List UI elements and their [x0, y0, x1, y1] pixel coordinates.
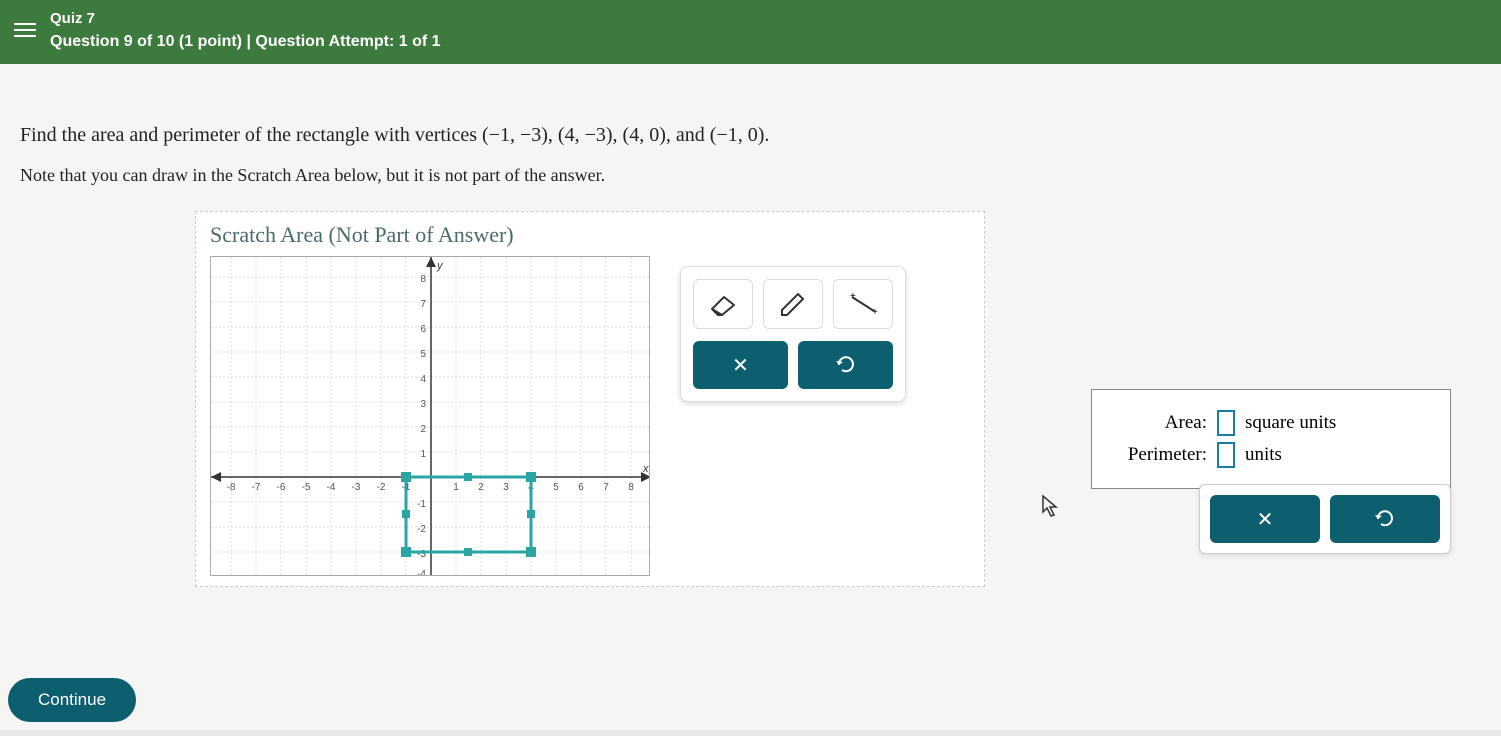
svg-text:+: + — [850, 291, 856, 302]
clear-button[interactable]: ✕ — [693, 341, 788, 389]
vertex-2: (4, −3) — [558, 124, 613, 146]
perimeter-input[interactable] — [1217, 442, 1235, 468]
answer-clear-button[interactable]: ✕ — [1210, 495, 1320, 543]
svg-text:-4: -4 — [417, 569, 426, 576]
eraser-icon — [706, 291, 740, 317]
svg-text:-3: -3 — [352, 482, 361, 493]
perimeter-unit: units — [1245, 444, 1282, 466]
svg-text:8: 8 — [628, 482, 634, 493]
svg-text:-2: -2 — [417, 524, 426, 535]
answer-reset-button[interactable] — [1330, 495, 1440, 543]
prompt-post: . — [764, 124, 769, 146]
header-text: Quiz 7 Question 9 of 10 (1 point) | Ques… — [50, 8, 441, 51]
svg-text:3: 3 — [420, 399, 426, 410]
svg-text:7: 7 — [603, 482, 609, 493]
svg-text:4: 4 — [420, 374, 426, 385]
prompt-pre: Find the area and perimeter of the recta… — [20, 124, 482, 146]
vertex-1: (−1, −3) — [482, 124, 548, 146]
question-note: Note that you can draw in the Scratch Ar… — [20, 165, 1481, 186]
reset-button[interactable] — [798, 341, 893, 389]
question-info: Question 9 of 10 (1 point) | Question At… — [50, 33, 441, 51]
line-icon: ++ — [846, 291, 880, 317]
svg-text:5: 5 — [420, 349, 426, 360]
eraser-button[interactable] — [693, 279, 753, 329]
svg-text:2: 2 — [478, 482, 484, 493]
answer-box: Area: square units Perimeter: units — [1091, 389, 1451, 489]
svg-text:2: 2 — [420, 424, 426, 435]
scratch-title: Scratch Area (Not Part of Answer) — [210, 222, 970, 248]
pencil-icon — [776, 291, 810, 317]
svg-text:8: 8 — [420, 274, 426, 285]
header-bar: Quiz 7 Question 9 of 10 (1 point) | Ques… — [0, 0, 1501, 64]
svg-text:x: x — [642, 463, 649, 475]
answer-actions: ✕ — [1199, 484, 1451, 554]
content-area: Find the area and perimeter of the recta… — [0, 64, 1501, 730]
svg-text:-2: -2 — [377, 482, 386, 493]
svg-text:-8: -8 — [227, 482, 236, 493]
perimeter-label: Perimeter: — [1112, 444, 1207, 466]
svg-text:-7: -7 — [252, 482, 261, 493]
scratch-area: Scratch Area (Not Part of Answer) — [195, 211, 985, 587]
svg-text:6: 6 — [578, 482, 584, 493]
quiz-title: Quiz 7 — [50, 10, 441, 27]
svg-text:6: 6 — [420, 324, 426, 335]
svg-text:-5: -5 — [302, 482, 311, 493]
coordinate-graph[interactable]: x y -8 -7 -6 -5 -4 -3 -2 -1 1 2 3 4 5 6 7 8 8 7 6 5 — [210, 256, 650, 576]
area-input[interactable] — [1217, 410, 1235, 436]
line-button[interactable]: ++ — [833, 279, 893, 329]
svg-text:-4: -4 — [327, 482, 336, 493]
svg-text:5: 5 — [553, 482, 559, 493]
continue-button[interactable]: Continue — [8, 678, 136, 722]
tool-panel: ++ ✕ — [680, 266, 906, 402]
vertex-4: (−1, 0) — [710, 124, 765, 146]
svg-text:1: 1 — [420, 449, 426, 460]
svg-text:3: 3 — [503, 482, 509, 493]
svg-text:7: 7 — [420, 299, 426, 310]
svg-text:y: y — [436, 260, 444, 272]
x-icon: ✕ — [732, 353, 749, 378]
reset-icon — [1374, 508, 1396, 530]
cursor-icon — [1041, 494, 1061, 518]
menu-icon[interactable] — [0, 8, 50, 52]
vertex-3: (4, 0) — [623, 124, 666, 146]
area-label: Area: — [1112, 412, 1207, 434]
x-icon: ✕ — [1257, 507, 1274, 532]
svg-text:1: 1 — [453, 482, 459, 493]
area-unit: square units — [1245, 412, 1336, 434]
pencil-button[interactable] — [763, 279, 823, 329]
question-prompt: Find the area and perimeter of the recta… — [20, 124, 1481, 147]
reset-icon — [835, 354, 857, 376]
svg-text:-6: -6 — [277, 482, 286, 493]
svg-text:-1: -1 — [417, 499, 426, 510]
svg-text:+: + — [872, 307, 878, 317]
